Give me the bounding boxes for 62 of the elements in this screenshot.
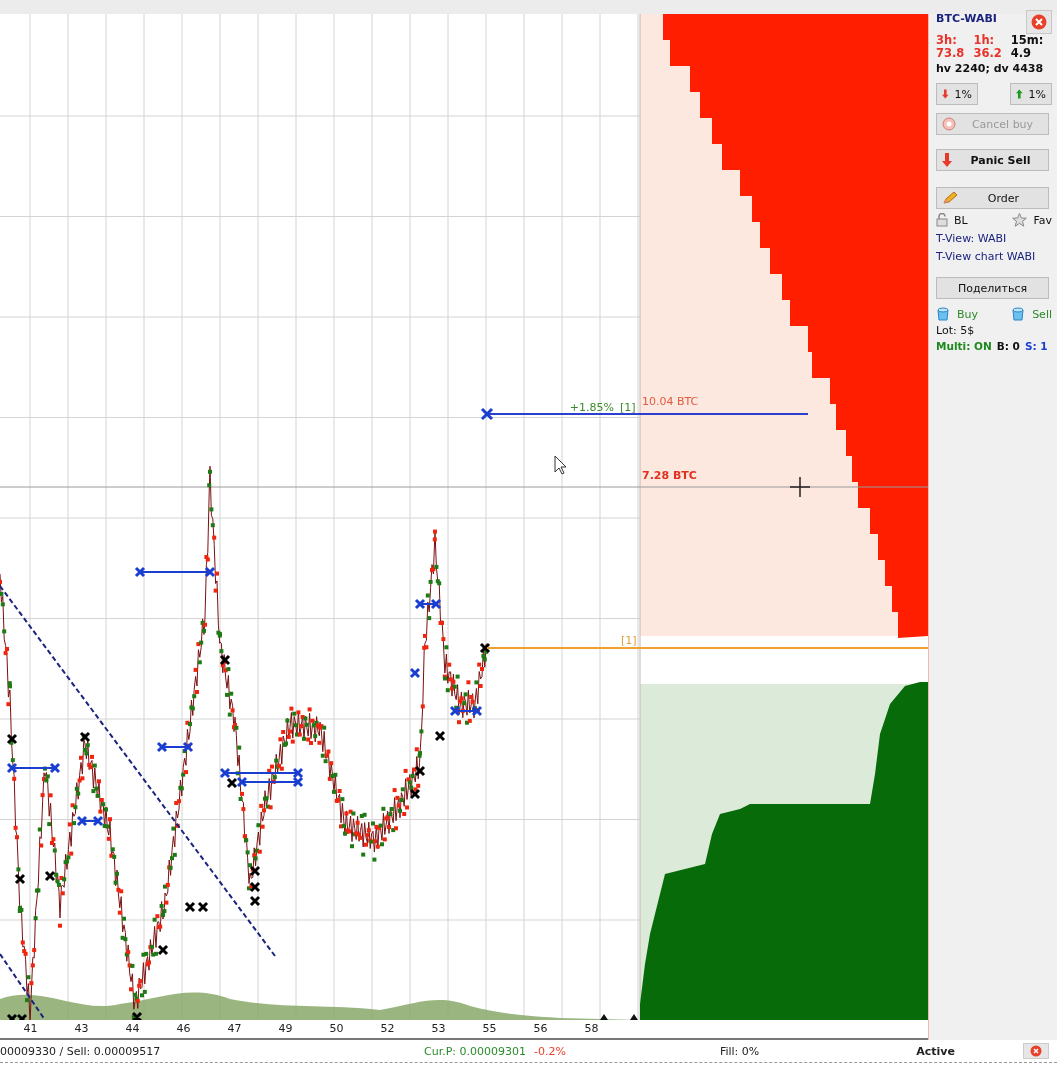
status-text: Active <box>916 1044 955 1058</box>
cursor-volume-label: 7.28 BTC <box>642 469 697 482</box>
axis-label: 43 <box>73 1021 90 1037</box>
axis-label: 46 <box>175 1021 192 1037</box>
order-button[interactable]: Order <box>936 187 1049 209</box>
close-icon <box>1030 1045 1042 1057</box>
close-button[interactable] <box>1023 1043 1049 1059</box>
axis-label: 44 <box>124 1021 141 1037</box>
axis-label: 49 <box>277 1021 294 1037</box>
order-marker-icon <box>480 407 494 421</box>
panic-sell-button[interactable]: Panic Sell <box>936 149 1049 171</box>
close-button[interactable] <box>1026 10 1052 34</box>
bid-ask-text: 00009330 / Sell: 0.00009517 <box>0 1044 162 1058</box>
order-count-label: [1] <box>620 401 636 414</box>
bucket-icon <box>1011 307 1026 321</box>
volume-text: hv 2240; dv 4438 <box>936 62 1045 75</box>
flag-text: Multi: ON <box>936 340 992 352</box>
tview-link[interactable]: T-View chart WABI <box>936 250 1052 263</box>
lot-text: Lot: 5$ <box>936 324 976 337</box>
toggle-label[interactable]: BL <box>954 213 968 227</box>
period-value: 73.8 <box>936 47 965 60</box>
axis-label: 47 <box>226 1021 243 1037</box>
trade-link[interactable]: Sell <box>1032 307 1052 321</box>
down-arrow-icon <box>942 87 949 101</box>
level-marker-icon <box>600 1014 638 1020</box>
close-icon <box>1031 14 1047 30</box>
crosshair-icon <box>789 476 811 498</box>
price-count-label: [1] <box>621 634 637 647</box>
pencil-icon <box>942 191 958 205</box>
tview-link[interactable]: T-View: WABI <box>936 232 1052 245</box>
axis-label: 41 <box>22 1021 39 1037</box>
lock-icon <box>936 213 948 227</box>
fill-text: Fill: 0% <box>719 1044 760 1058</box>
period-label: 1h: <box>973 34 996 47</box>
up-arrow-icon <box>1016 87 1023 101</box>
flag-text: S: 1 <box>1024 340 1048 352</box>
step-button[interactable]: 1% <box>936 83 978 105</box>
axis-label: 55 <box>481 1021 498 1037</box>
bucket-icon <box>936 307 950 321</box>
axis-label: 56 <box>532 1021 549 1037</box>
pair-title: BTC-WABI <box>936 12 997 25</box>
period-value: 4.9 <box>1010 47 1033 60</box>
axis-label: 52 <box>379 1021 396 1037</box>
order-gain-label: +1.85% <box>569 401 614 414</box>
axis-label: 58 <box>583 1021 600 1037</box>
toggle-label[interactable]: Fav <box>1033 213 1052 227</box>
cancel-icon <box>942 117 956 131</box>
down-arrow-icon <box>942 153 952 167</box>
trade-link[interactable]: Buy <box>957 307 979 321</box>
axis-label: 50 <box>328 1021 345 1037</box>
share-button[interactable]: Поделиться <box>936 277 1049 299</box>
current-price: Cur.P: 0.00009301 <box>424 1044 526 1058</box>
price-change: -0.2% <box>534 1044 566 1058</box>
step-button[interactable]: 1% <box>1010 83 1052 105</box>
axis-label: 53 <box>430 1021 447 1037</box>
sell-volume-label: 10.04 BTC <box>642 395 699 408</box>
star-icon <box>1012 213 1028 227</box>
flag-text: B: 0 <box>996 340 1020 352</box>
cursor-icon <box>554 455 567 475</box>
period-value: 36.2 <box>973 47 1002 60</box>
period-label: 3h: <box>936 34 958 47</box>
period-label: 15m: <box>1010 34 1044 47</box>
